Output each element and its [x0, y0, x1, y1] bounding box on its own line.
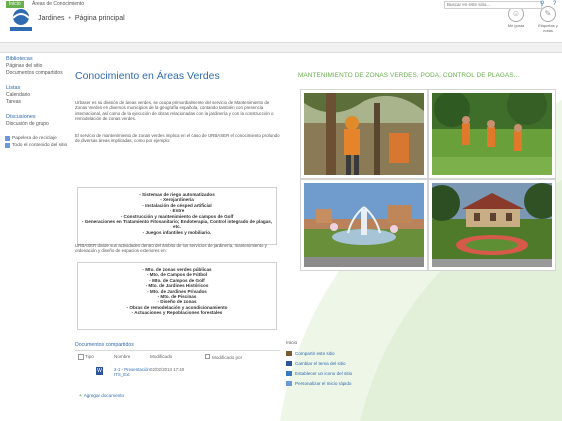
recycle-bin-label: Papelera de reciclaje [12, 136, 57, 141]
search-input[interactable] [444, 1, 542, 9]
photo-fountain-roundabout [301, 180, 427, 270]
photo-fountain-image [304, 183, 424, 267]
change-theme-link[interactable]: Cambiar el tema del sitio [286, 361, 346, 366]
theme-icon [286, 361, 292, 366]
document-name-link[interactable]: 2-1 - Presentación ITS_Ext [114, 367, 150, 378]
sidebar-recycle-bin[interactable]: Papelera de reciclaje [0, 136, 70, 141]
documents-webpart-title[interactable]: Documentos compartidos [75, 342, 134, 348]
set-site-icon-label: Establecer un icono del sitio [295, 371, 353, 376]
add-document-link[interactable]: + Agregar documento [79, 393, 124, 398]
column-modified[interactable]: Modificado [150, 354, 172, 359]
document-modified-date: 02/02/2013 17:40 [150, 367, 185, 372]
photo-tree-pruning-image [304, 93, 424, 175]
photo-house-garden [429, 180, 555, 270]
site-content-icon [5, 143, 10, 148]
intro-paragraph: Urbaser es su división de áreas verdes, … [75, 100, 274, 122]
work-item: - Actuaciones y Repoblaciones forestales [131, 310, 223, 316]
customize-quick-launch-label: Personalizar el Inicio rápido [295, 381, 352, 386]
works-paragraph: URBASER divide sus actividades dentro de… [75, 243, 267, 254]
share-site-label: Compartir este sitio [295, 351, 335, 356]
add-document-label: Agregar documento [83, 393, 125, 398]
all-site-content-label: Todo el contenido del sitio [12, 143, 68, 148]
sidebar-item-calendar[interactable]: Calendario [6, 92, 70, 98]
banner-heading: MANTENIMIENTO DE ZONAS VERDES, PODA, CON… [298, 72, 520, 79]
title-separator: • [68, 15, 71, 22]
header-actions: ☺ Me gusta ✎ Etiquetas y notas [504, 6, 560, 33]
add-icon: + [79, 393, 82, 398]
sidebar-group-discussions: Discusiones Discusión de grupo [0, 114, 70, 127]
sidebar-heading-lists[interactable]: Listas [6, 85, 70, 91]
services-box: - Sistemas de riego automatizados - Xero… [77, 187, 277, 245]
site-logo[interactable] [7, 6, 35, 34]
site-title: Jardines • Página principal [38, 15, 125, 22]
column-modified-by-checkbox[interactable] [205, 354, 210, 359]
documents-divider [75, 350, 280, 351]
tab-home[interactable]: Inicio [6, 1, 24, 8]
help-icon[interactable]: ? [553, 1, 556, 8]
sidebar-item-group-discussion[interactable]: Discusión de grupo [6, 121, 70, 127]
sidebar-item-shared-documents[interactable]: Documentos compartidos [6, 70, 70, 76]
works-box: - Mto. de zonas verdes públicas - Mto. d… [77, 262, 277, 330]
photo-house-image [432, 183, 552, 267]
site-icon-icon [286, 371, 292, 376]
column-type[interactable]: Tipo [85, 354, 94, 359]
sidebar-heading-libraries[interactable]: Bibliotecas [6, 56, 70, 62]
page-name: Página principal [74, 15, 125, 22]
column-modified-by[interactable]: Modificado por [205, 354, 242, 360]
sidebar-heading-discussions[interactable]: Discusiones [6, 114, 70, 120]
sidebar-item-tasks[interactable]: Tareas [6, 99, 70, 105]
photo-lawn-workers [429, 90, 555, 178]
quick-launch: Bibliotecas Páginas del sitio Documentos… [0, 54, 70, 148]
column-modified-by-label: Modificado por [212, 355, 243, 360]
site-name-link[interactable]: Jardines [38, 15, 64, 22]
share-icon [286, 351, 292, 356]
change-theme-label: Cambiar el tema del sitio [295, 361, 346, 366]
sidebar-all-site-content[interactable]: Todo el contenido del sitio [0, 143, 70, 148]
sidebar-group-lists: Listas Calendario Tareas [0, 85, 70, 105]
sidebar-group-libraries: Bibliotecas Páginas del sitio Documentos… [0, 56, 70, 76]
service-item: - Generaciones en Tratamiento Fitosanita… [81, 219, 273, 230]
like-button[interactable]: ☺ Me gusta [504, 6, 528, 33]
photo-tree-pruning [301, 90, 427, 178]
start-heading: Inicio [286, 341, 298, 346]
photo-lawn-workers-image [432, 93, 552, 175]
service-item: - Juegos infantiles y mobiliario. [142, 229, 212, 235]
like-label: Me gusta [507, 23, 525, 28]
tag-icon: ✎ [540, 6, 556, 22]
intro-paragraph-2: El servicio de mantenimiento de zonas ve… [75, 133, 280, 144]
customize-quick-launch-link[interactable]: Personalizar el Inicio rápido [286, 381, 351, 386]
select-all-checkbox[interactable] [78, 354, 84, 360]
page-title: Conocimiento en Áreas Verdes [75, 70, 220, 82]
sidebar-item-site-pages[interactable]: Páginas del sitio [6, 63, 70, 69]
column-name[interactable]: Nombre [114, 354, 130, 359]
tags-notes-button[interactable]: ✎ Etiquetas y notas [536, 6, 560, 33]
recycle-bin-icon [5, 136, 10, 141]
tab-knowledge-areas[interactable]: Áreas de Conocimiento [32, 1, 84, 8]
tags-notes-label: Etiquetas y notas [538, 23, 558, 33]
share-site-link[interactable]: Compartir este sitio [286, 351, 335, 356]
set-site-icon-link[interactable]: Establecer un icono del sitio [286, 371, 352, 376]
quick-launch-icon [286, 381, 292, 386]
search-icon[interactable]: ⚲ [540, 1, 544, 8]
word-document-icon: W [96, 367, 103, 375]
